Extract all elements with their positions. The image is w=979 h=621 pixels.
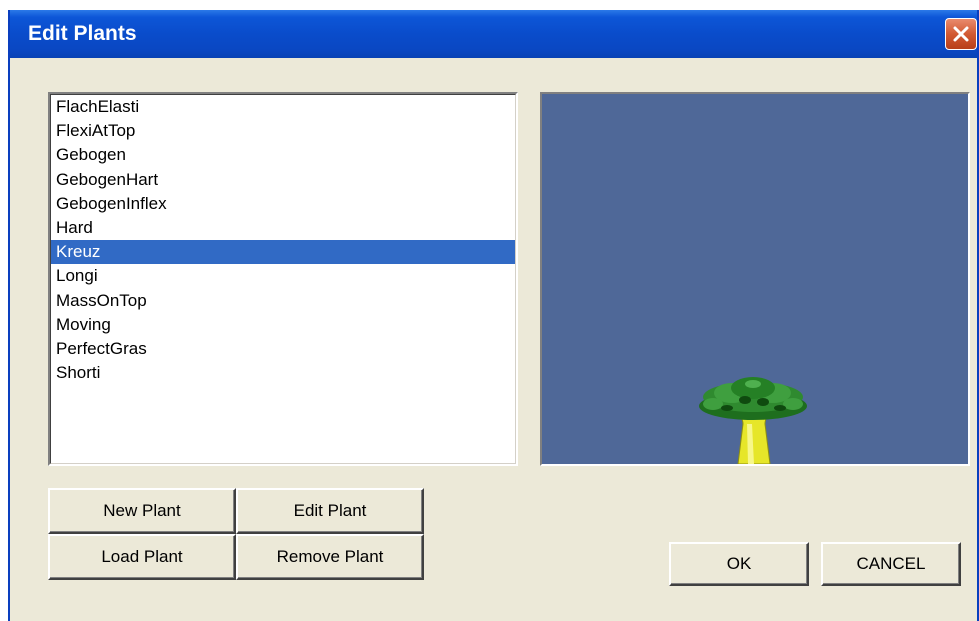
cancel-button[interactable]: CANCEL <box>821 542 961 586</box>
list-item[interactable]: GebogenHart <box>51 168 515 192</box>
title-bar[interactable]: Edit Plants <box>10 10 977 58</box>
list-item[interactable]: Moving <box>51 313 515 337</box>
plant-preview <box>540 92 970 466</box>
plant-canopy <box>699 377 807 420</box>
load-plant-button[interactable]: Load Plant <box>48 534 236 580</box>
window-title: Edit Plants <box>28 22 137 45</box>
remove-plant-button[interactable]: Remove Plant <box>236 534 424 580</box>
close-button[interactable] <box>945 18 977 50</box>
plant-model <box>699 377 807 464</box>
list-item[interactable]: GebogenInflex <box>51 192 515 216</box>
plant-listbox[interactable]: FlachElasti FlexiAtTop Gebogen GebogenHart G… <box>48 92 518 466</box>
close-icon <box>953 26 969 42</box>
ok-button[interactable]: OK <box>669 542 809 586</box>
list-item[interactable]: Shorti <box>51 361 515 385</box>
list-item[interactable]: FlexiAtTop <box>51 119 515 143</box>
edit-plant-button[interactable]: Edit Plant <box>236 488 424 534</box>
list-item[interactable]: Longi <box>51 264 515 288</box>
list-item[interactable]: Kreuz <box>51 240 515 265</box>
new-plant-button[interactable]: New Plant <box>48 488 236 534</box>
list-item[interactable]: PerfectGras <box>51 337 515 361</box>
list-item[interactable]: Hard <box>51 216 515 240</box>
list-item[interactable]: MassOnTop <box>51 289 515 313</box>
edit-plants-dialog: Edit Plants FlachElasti FlexiAtTop Gebogen… <box>8 10 979 621</box>
plant-list: FlachElasti FlexiAtTop Gebogen GebogenHart G… <box>50 94 516 464</box>
list-item[interactable]: Gebogen <box>51 143 515 167</box>
list-item[interactable]: FlachElasti <box>51 95 515 119</box>
